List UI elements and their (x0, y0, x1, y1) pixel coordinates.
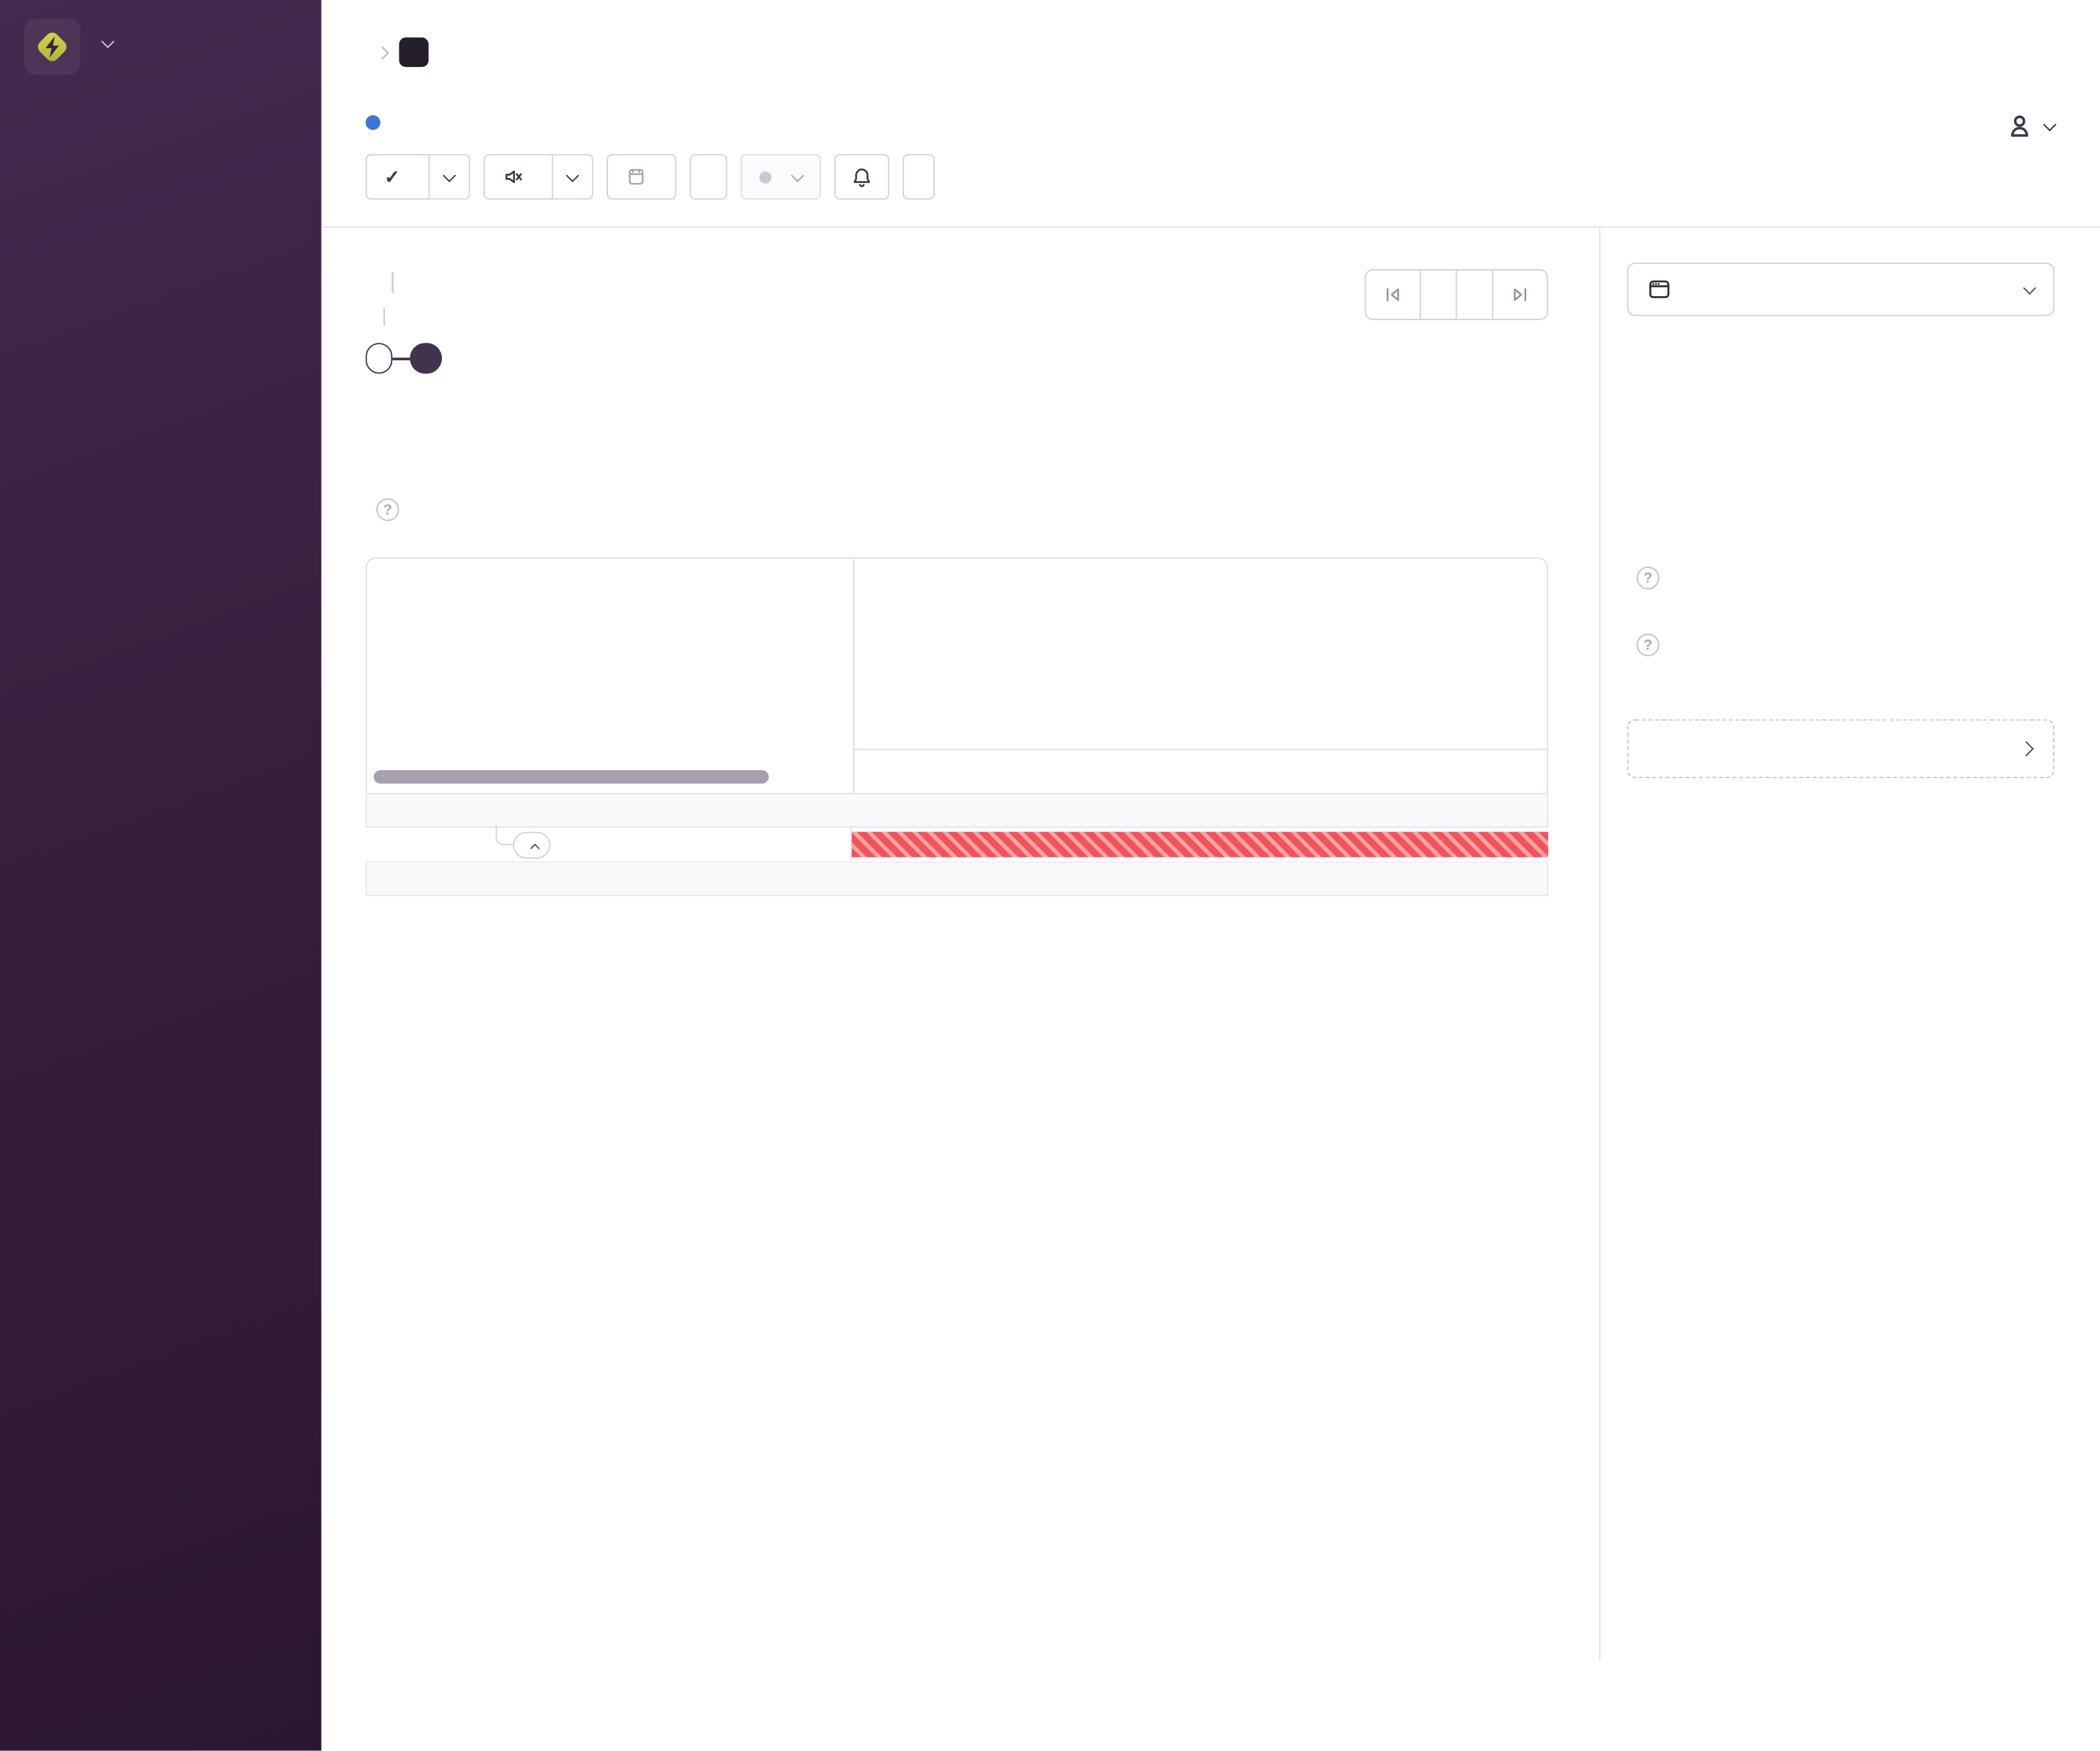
share-status-dot-icon (758, 171, 771, 183)
last30-bar-chart (1628, 477, 2055, 522)
help-icon[interactable]: ? (1636, 633, 1660, 656)
tree-connector (495, 825, 513, 845)
right-rail: ? ? (1599, 228, 2100, 1661)
chevron-down-icon (442, 168, 456, 182)
skip-to-newest-icon (1514, 288, 1527, 301)
subscribe-bell-button[interactable] (833, 154, 890, 200)
span-minimap (852, 558, 1547, 793)
issue-content: | | ? ? ? (322, 228, 2100, 1661)
help-icon[interactable]: ? (376, 498, 400, 521)
oldest-event-button[interactable] (1366, 271, 1419, 319)
hidden-spans-top[interactable] (365, 794, 1549, 828)
event-header: | | (365, 269, 1549, 374)
older-event-button[interactable] (1419, 271, 1456, 319)
span-evidence-section: ? (365, 498, 1548, 521)
last24-bar-chart (1628, 373, 2055, 419)
span-group-toggle[interactable] (513, 831, 551, 858)
span-group-row[interactable] (365, 825, 1549, 863)
first-seen-title: ? (1628, 633, 2055, 656)
breadcrumb (365, 0, 2049, 67)
pill-connector-line (392, 357, 411, 360)
chevron-up-icon (530, 843, 540, 853)
check-icon: ✓ (384, 165, 400, 187)
hidden-spans-mid[interactable] (365, 862, 1549, 896)
issue-stats (1722, 103, 2057, 140)
org-meta (94, 35, 114, 53)
reviewed-icon (628, 168, 643, 185)
stat-events (1722, 103, 1792, 140)
issue-level-dot-icon (365, 114, 381, 131)
mark-reviewed-button[interactable] (606, 154, 677, 200)
event-pager (1364, 269, 1549, 320)
horizontal-scrollbar-thumb[interactable] (373, 770, 769, 784)
span-op-legend (367, 559, 853, 793)
main-area: ✓ | | ? ? ? (321, 0, 2100, 1751)
span-operations-card (365, 557, 1549, 795)
this-event-pill (410, 343, 443, 374)
ignore-button-group (483, 154, 594, 200)
org-logo-icon (24, 18, 81, 75)
minimap-canvas[interactable] (855, 559, 1547, 749)
bell-icon (853, 168, 870, 187)
more-actions-button[interactable] (902, 154, 935, 200)
sidebar (0, 0, 322, 1751)
stat-users (1854, 103, 1924, 140)
assignee-dropdown[interactable] (1985, 111, 2057, 140)
help-icon[interactable]: ? (1636, 566, 1660, 590)
issue-header: ✓ (321, 0, 2100, 228)
chevron-down-icon (101, 35, 114, 49)
project-badge-icon (399, 37, 429, 67)
resolve-dropdown-button[interactable] (429, 154, 470, 200)
chevron-down-icon (790, 168, 804, 182)
divider: | (381, 303, 387, 326)
minimap-axis (854, 748, 1547, 793)
track-issue-button[interactable] (1627, 719, 2055, 779)
details-column: | | ? (322, 228, 1599, 1661)
resolve-button[interactable]: ✓ (365, 154, 430, 200)
ignore-dropdown-button[interactable] (553, 154, 594, 200)
event-date-row: | (365, 304, 442, 325)
share-button[interactable] (740, 154, 821, 200)
chevron-down-icon (2023, 281, 2037, 295)
org-switcher[interactable] (0, 0, 322, 86)
event-title: | (365, 269, 442, 295)
skip-to-oldest-icon (1386, 288, 1399, 301)
issue-actions: ✓ (365, 154, 2049, 200)
event-position-pills (365, 343, 443, 374)
stat-assignee (1985, 103, 2057, 140)
skip-to-newest-button[interactable] (1492, 271, 1547, 319)
divider: | (389, 269, 396, 294)
window-icon (1649, 280, 1670, 298)
resolve-button-group: ✓ (365, 154, 470, 200)
span-evidence-title: ? (365, 498, 1548, 521)
open-in-discover-button[interactable] (689, 154, 727, 200)
app-root: ✓ | | ? ? ? (0, 0, 2100, 1751)
chevron-down-icon (2042, 117, 2057, 131)
span-duration-bar (852, 831, 1549, 858)
environment-select[interactable] (1627, 262, 2055, 317)
mute-icon (505, 170, 522, 184)
chevron-right-icon (376, 45, 389, 59)
tags-section (365, 419, 1548, 450)
unknown-events-pill[interactable] (365, 343, 393, 374)
chevron-right-icon (2018, 741, 2034, 757)
newer-event-button[interactable] (1455, 271, 1492, 319)
user-icon (2010, 115, 2029, 137)
last-seen-title: ? (1628, 566, 2055, 590)
ignore-button[interactable] (483, 154, 553, 200)
chevron-down-icon (565, 168, 579, 182)
